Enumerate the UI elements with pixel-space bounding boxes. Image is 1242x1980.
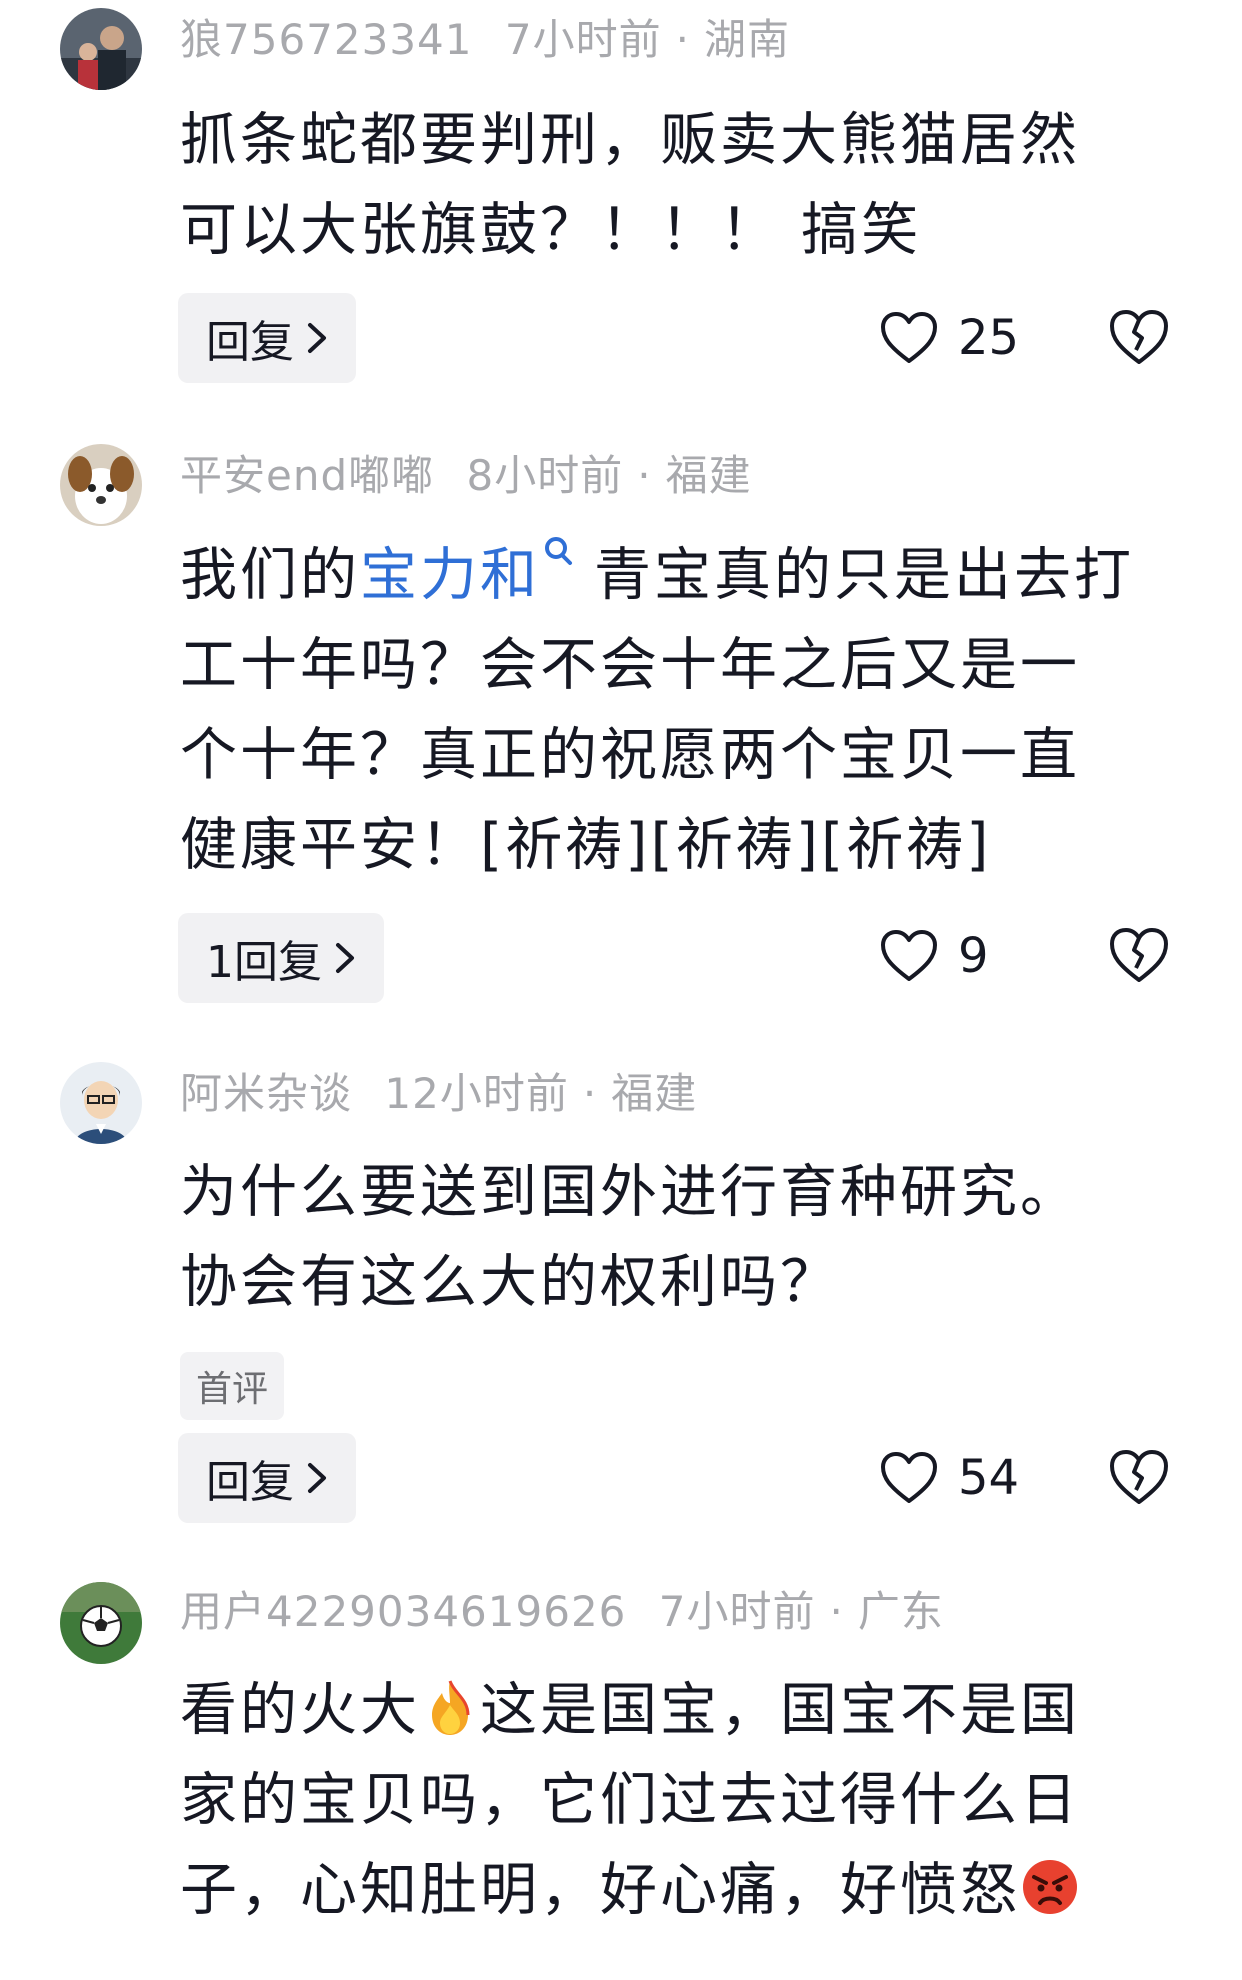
comment-line: 可以大张旗鼓？！！！ 搞笑 xyxy=(180,197,922,263)
comment-text: 看的火大 这是国宝，国宝不是国 家的宝贝吗，它们过去过得什么日 子，心知肚明，好心… xyxy=(180,1665,1190,1935)
like-count: 54 xyxy=(958,1450,1020,1506)
timestamp: 7小时前 xyxy=(658,1587,816,1636)
avatar-cartoon-man-icon xyxy=(60,1062,142,1144)
comment-text-segment: 青宝真的只是出去打 xyxy=(594,542,1134,608)
comment-line: 家的宝贝吗，它们过去过得什么日 xyxy=(180,1767,1080,1833)
reply-label: 回复 xyxy=(206,317,294,368)
timestamp: 12小时前 xyxy=(384,1069,569,1118)
dislike-button[interactable] xyxy=(1108,1448,1170,1506)
comment-meta: 狼756723341 7小时前 · 湖南 xyxy=(180,6,790,67)
broken-heart-icon xyxy=(1110,1450,1168,1504)
username[interactable]: 用户4229034619626 xyxy=(180,1587,626,1636)
reply-button[interactable]: 1回复 xyxy=(178,913,384,1003)
reply-button[interactable]: 回复 xyxy=(178,293,356,383)
separator: · xyxy=(637,451,652,500)
fire-emoji-icon xyxy=(432,1680,470,1735)
avatar[interactable] xyxy=(60,1062,142,1144)
comment-line: 看的火大 这是国宝，国宝不是国 xyxy=(180,1665,1190,1755)
comment-meta: 用户4229034619626 7小时前 · 广东 xyxy=(180,1578,944,1639)
location: 广东 xyxy=(857,1587,944,1636)
username[interactable]: 狼756723341 xyxy=(180,15,473,64)
reply-label: 1回复 xyxy=(206,937,322,988)
comment-line: 个十年？真正的祝愿两个宝贝一直 xyxy=(180,722,1080,788)
like-button[interactable]: 54 xyxy=(880,1450,1019,1506)
separator: · xyxy=(675,15,690,64)
like-button[interactable]: 9 xyxy=(880,928,989,984)
broken-heart-icon xyxy=(1110,928,1168,982)
comment-text: 抓条蛇都要判刑，贩卖大熊猫居然 可以大张旗鼓？！！！ 搞笑 xyxy=(180,95,1190,275)
comment-meta: 平安end嘟嘟 8小时前 · 福建 xyxy=(180,442,752,503)
comment-line: 子，心知肚明，好心痛，好愤怒 xyxy=(180,1845,1190,1935)
comment-text: 我们的宝力和 青宝真的只是出去打 工十年吗？会不会十年之后又是一 个十年？真正的祝… xyxy=(180,530,1190,890)
avatar-family-photo-icon xyxy=(60,8,142,90)
chevron-right-icon xyxy=(336,943,354,973)
comment-text: 为什么要送到国外进行育种研究。 协会有这么大的权利吗？ xyxy=(180,1147,1190,1327)
reply-label: 回复 xyxy=(206,1457,294,1508)
search-icon[interactable] xyxy=(540,534,576,580)
avatar[interactable] xyxy=(60,8,142,90)
like-count: 25 xyxy=(958,310,1020,366)
chevron-right-icon xyxy=(308,1463,326,1493)
comment-meta: 阿米杂谈 12小时前 · 福建 xyxy=(180,1060,697,1121)
location: 湖南 xyxy=(703,15,790,64)
like-count: 9 xyxy=(958,928,989,984)
username[interactable]: 阿米杂谈 xyxy=(180,1069,352,1118)
timestamp: 8小时前 xyxy=(466,451,624,500)
comment-text-segment: 这是国宝，国宝不是国 xyxy=(480,1677,1080,1743)
comment-text-segment: 看的火大 xyxy=(180,1677,420,1743)
comment-line: 抓条蛇都要判刑，贩卖大熊猫居然 xyxy=(180,107,1080,173)
comment-line: 工十年吗？会不会十年之后又是一 xyxy=(180,632,1080,698)
avatar[interactable] xyxy=(60,1582,142,1664)
search-link[interactable]: 宝力和 xyxy=(360,542,540,608)
separator: · xyxy=(829,1587,844,1636)
avatar-dog-icon xyxy=(60,444,142,526)
chevron-right-icon xyxy=(308,323,326,353)
comment-line: 为什么要送到国外进行育种研究。 xyxy=(180,1159,1080,1225)
avatar-soccer-ball-icon xyxy=(60,1582,142,1664)
dislike-button[interactable] xyxy=(1108,308,1170,366)
heart-icon xyxy=(881,312,937,363)
angry-face-emoji-icon xyxy=(1023,1860,1077,1914)
comment-line: 我们的宝力和 青宝真的只是出去打 xyxy=(180,530,1190,620)
heart-icon xyxy=(881,930,937,981)
comment-line: 健康平安！[祈祷][祈祷][祈祷] xyxy=(180,812,992,878)
reply-button[interactable]: 回复 xyxy=(178,1433,356,1523)
comment-line: 协会有这么大的权利吗？ xyxy=(180,1249,840,1315)
like-button[interactable]: 25 xyxy=(880,310,1019,366)
first-comment-badge: 首评 xyxy=(180,1352,285,1420)
comment-text-segment: 子，心知肚明，好心痛，好愤怒 xyxy=(180,1857,1020,1923)
avatar[interactable] xyxy=(60,444,142,526)
separator: · xyxy=(582,1069,598,1118)
location: 福建 xyxy=(611,1069,698,1118)
comment-text-segment: 我们的 xyxy=(180,542,360,608)
heart-icon xyxy=(881,1452,937,1503)
timestamp: 7小时前 xyxy=(504,15,662,64)
username[interactable]: 平安end嘟嘟 xyxy=(180,451,434,500)
location: 福建 xyxy=(665,451,752,500)
dislike-button[interactable] xyxy=(1108,926,1170,984)
broken-heart-icon xyxy=(1110,310,1168,364)
